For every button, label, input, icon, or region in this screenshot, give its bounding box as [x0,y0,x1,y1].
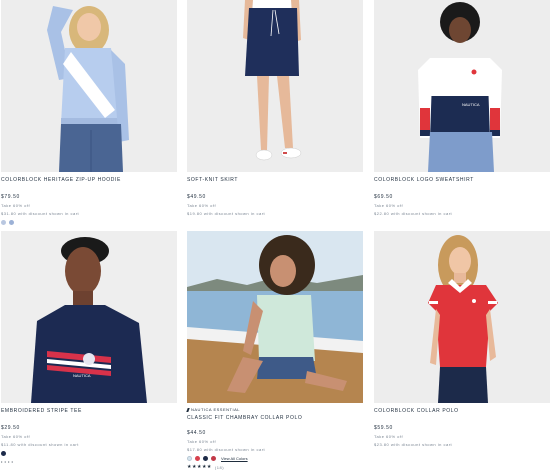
discount-label: Take 60% off [187,439,217,444]
discount-price: $22.80 with discount shown in cart [374,211,453,216]
discount-label: Take 60% off [374,203,404,208]
color-swatches: View All Colors [187,456,363,461]
product-title[interactable]: SOFT-KNIT SKIRT [187,177,363,183]
product-price: $79.50 [1,194,20,200]
discount-price: $11.80 with discount shown in cart [1,442,79,447]
color-swatch[interactable] [195,456,200,461]
product-image-hoodie[interactable] [1,0,177,172]
product-image-collar-polo[interactable] [374,231,550,403]
rating: ★★★★★ (18) [187,464,363,470]
product-image-chambray-polo[interactable] [187,231,363,403]
product-title[interactable]: COLORBLOCK LOGO SWEATSHIRT [374,177,550,183]
product-title[interactable]: EMBROIDERED STRIPE TEE [1,408,177,414]
discount-label: Take 60% off [187,203,217,208]
color-swatch[interactable] [211,456,216,461]
product-price: $29.50 [1,425,20,431]
svg-text:NAUTICA: NAUTICA [462,102,480,107]
rating-count: (18) [214,464,225,470]
product-image-skirt[interactable] [187,0,363,172]
view-all-colors-link[interactable]: View All Colors [221,456,248,461]
product-title[interactable]: COLORBLOCK COLLAR POLO [374,408,550,414]
discount-price: $23.80 with discount shown in cart [374,442,453,447]
discount-price: $31.80 with discount shown in cart [1,211,80,216]
discount-label: Take 60% off [1,203,31,208]
discount-label: Take 60% off [1,434,31,439]
color-swatch[interactable] [9,220,14,225]
color-swatches [1,451,177,456]
rating-stars: ★★★★★ [187,464,212,470]
rating-stars: • • • • [1,459,14,464]
tag-icon [186,407,190,412]
color-swatch[interactable] [1,220,6,225]
product-image-sweatshirt[interactable]: NAUTICA [374,0,550,172]
rating: • • • • [1,459,177,464]
color-swatch[interactable] [1,451,6,456]
product-title[interactable]: COLORBLOCK HERITAGE ZIP-UP HOODIE [1,177,177,183]
color-swatch[interactable] [203,456,208,461]
color-swatch[interactable] [187,456,192,461]
product-image-tee[interactable]: NAUTICA [1,231,177,403]
product-title[interactable]: CLASSIC FIT CHAMBRAY COLLAR POLO [187,415,363,421]
tag-label: NAUTICA ESSENTIAL [191,407,240,412]
svg-text:NAUTICA: NAUTICA [73,373,91,378]
product-tag: NAUTICA ESSENTIAL [186,407,363,412]
product-price: $49.50 [187,194,206,200]
discount-label: Take 60% off [374,434,404,439]
product-price: $44.50 [187,430,206,436]
color-swatches [1,220,177,225]
discount-price: $19.80 with discount shown in cart [187,211,266,216]
product-price: $69.50 [374,194,393,200]
discount-price: $17.80 with discount shown in cart [187,447,266,452]
product-price: $59.50 [374,425,393,431]
